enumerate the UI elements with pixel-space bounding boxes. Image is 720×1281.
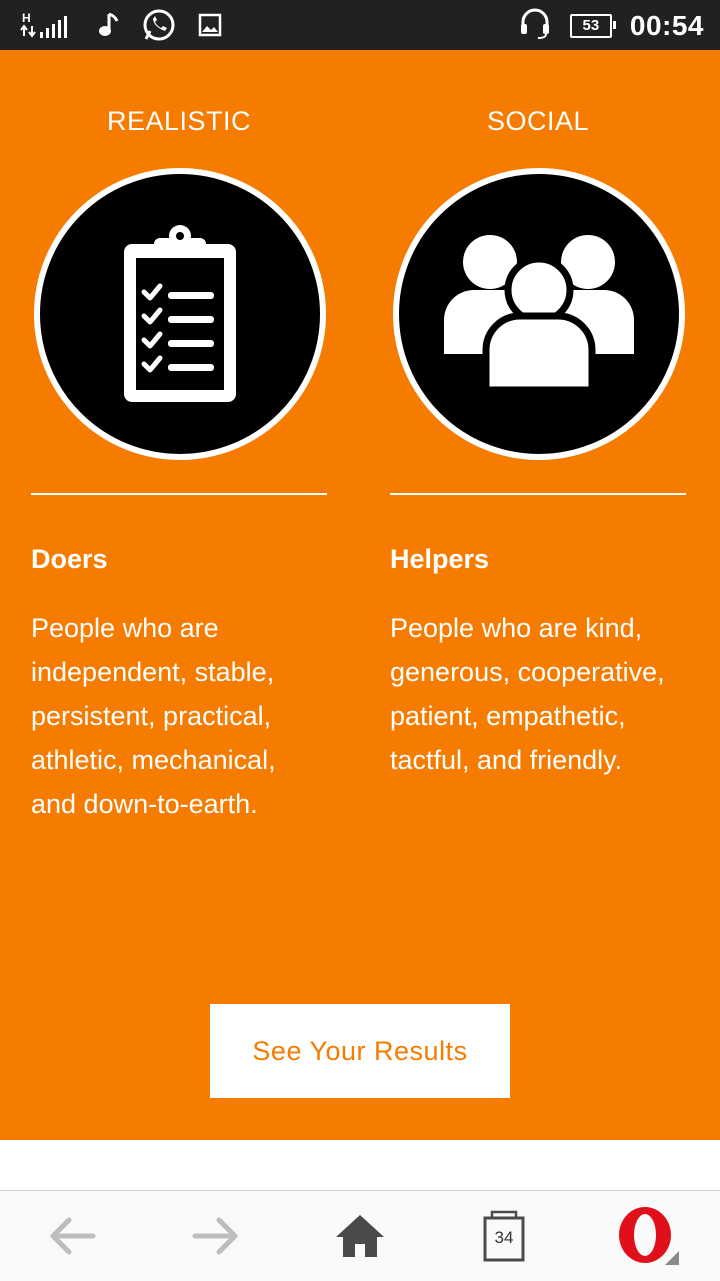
back-arrow-icon[interactable] <box>22 1191 122 1281</box>
tabs-count: 34 <box>494 1228 514 1247</box>
forward-arrow-icon[interactable] <box>166 1191 266 1281</box>
signal-strength-icon: H <box>18 10 76 45</box>
status-bar: H 53 00:54 <box>0 0 720 50</box>
card-heading: Doers <box>31 544 108 574</box>
whatsapp-icon <box>142 8 176 47</box>
headset-icon <box>518 6 552 45</box>
divider <box>390 493 686 495</box>
see-results-button[interactable]: See Your Results <box>210 1004 510 1098</box>
card-heading: Helpers <box>390 544 490 574</box>
browser-nav-bar <box>0 1190 720 1281</box>
card-description: People who are kind, generous, cooperati… <box>390 613 665 775</box>
svg-text:H: H <box>22 11 31 25</box>
battery-indicator: 53 <box>569 13 616 38</box>
card-title: REALISTIC <box>106 106 252 136</box>
music-note-icon <box>98 10 120 45</box>
card-description: People who are independent, stable, pers… <box>31 613 276 819</box>
divider <box>31 493 327 495</box>
people-group-icon <box>393 168 685 460</box>
home-icon[interactable] <box>310 1191 410 1281</box>
gallery-image-icon <box>198 13 222 42</box>
clock: 00:54 <box>629 9 704 41</box>
clipboard-checklist-icon <box>34 168 326 460</box>
card-title: SOCIAL <box>486 106 590 136</box>
main-content: REALISTIC Doers People who are independe… <box>0 50 720 1140</box>
opera-menu-icon[interactable] <box>598 1191 698 1281</box>
